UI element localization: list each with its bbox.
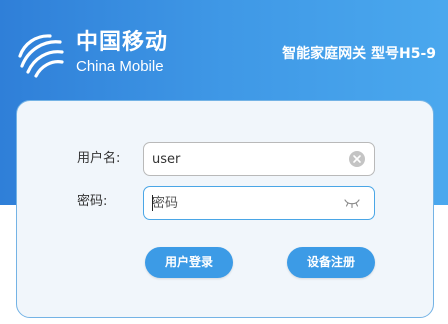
username-field[interactable] bbox=[143, 142, 375, 176]
device-register-button[interactable]: 设备注册 bbox=[287, 247, 375, 278]
text-cursor bbox=[152, 195, 153, 211]
password-label: 密码: bbox=[77, 194, 108, 209]
username-input[interactable] bbox=[152, 143, 332, 175]
china-mobile-logo-icon bbox=[18, 34, 64, 78]
login-button[interactable]: 用户登录 bbox=[145, 247, 233, 278]
brand-name-en: China Mobile bbox=[76, 58, 164, 75]
clear-icon[interactable] bbox=[349, 151, 365, 167]
eye-closed-icon[interactable] bbox=[344, 198, 360, 208]
login-card: 用户名: 密码: 用户登录 设备注册 bbox=[16, 100, 434, 318]
gateway-title: 智能家庭网关 型号H5-9 bbox=[282, 46, 436, 62]
password-field[interactable] bbox=[143, 186, 375, 220]
brand-name-cn: 中国移动 bbox=[76, 30, 169, 55]
password-input[interactable] bbox=[152, 187, 332, 219]
username-label: 用户名: bbox=[77, 151, 121, 166]
